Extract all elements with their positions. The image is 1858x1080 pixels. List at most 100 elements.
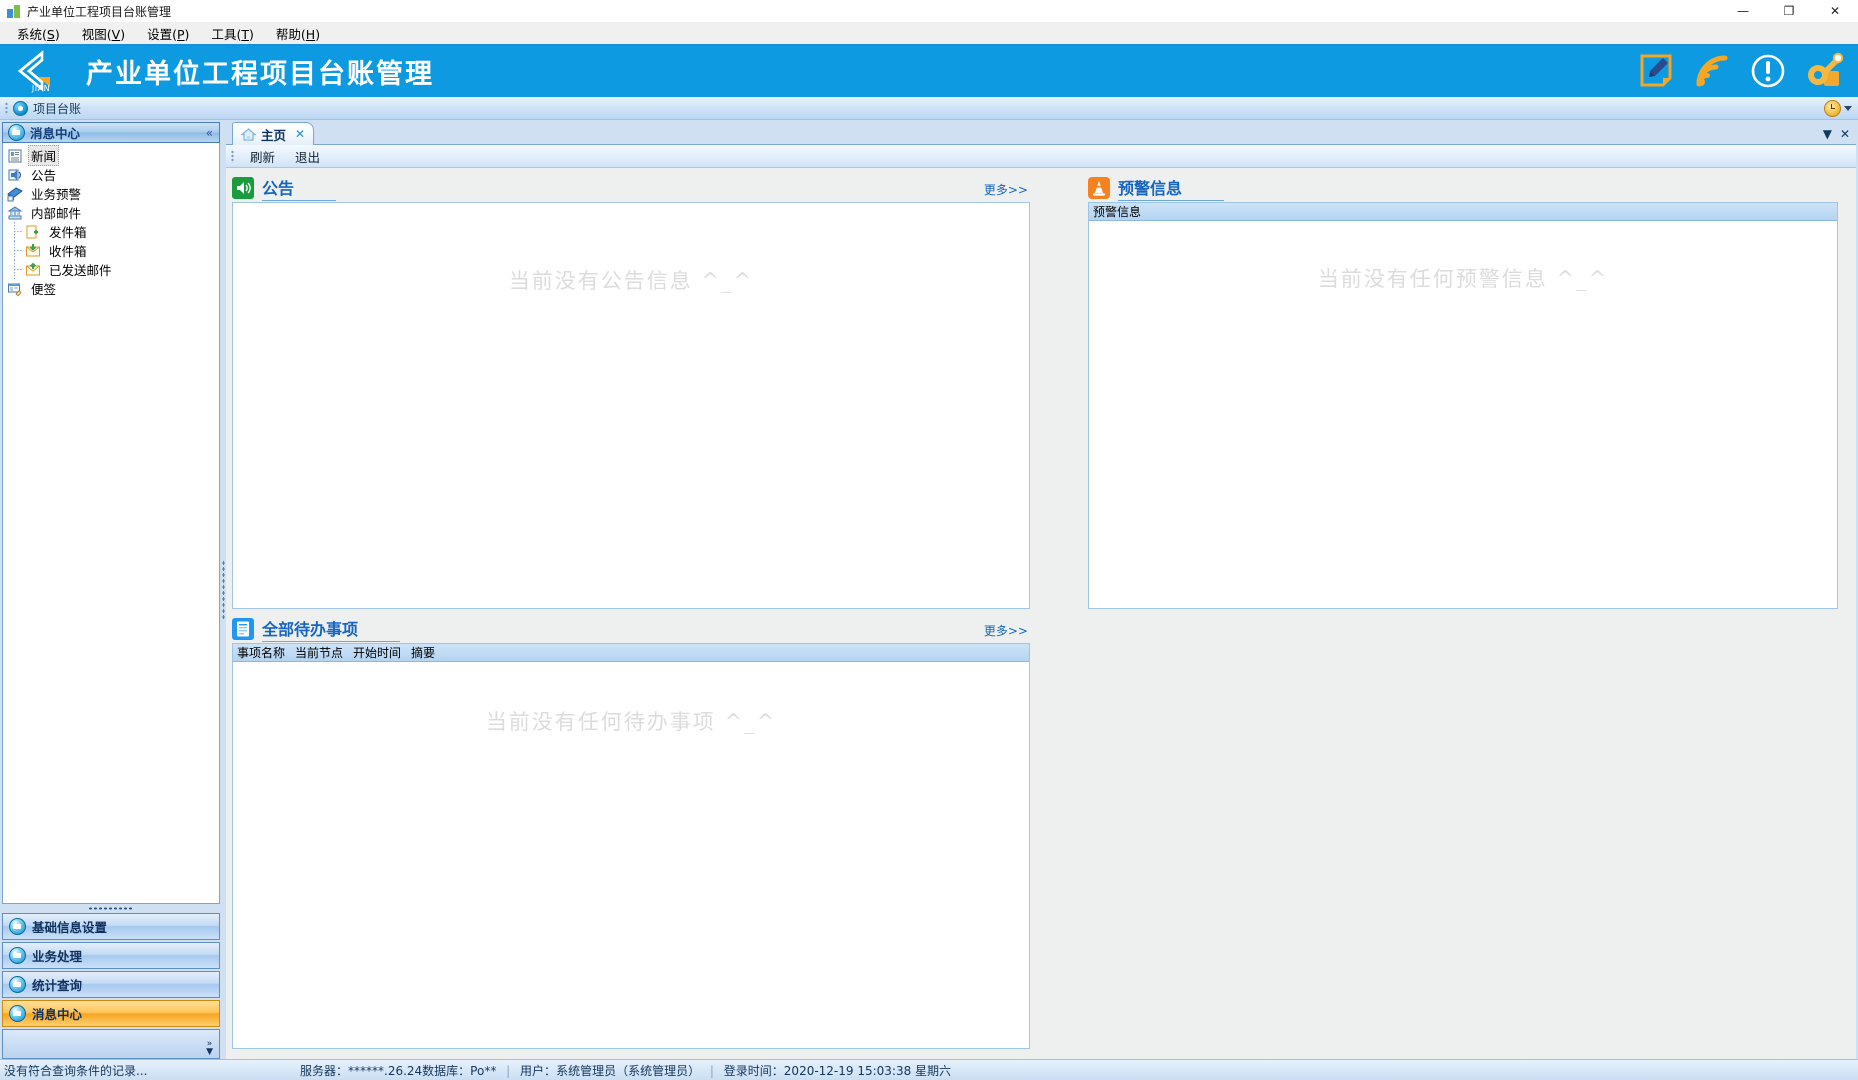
menu-tools-label: 工具 [211, 27, 237, 42]
menu-system-label: 系统 [17, 27, 43, 42]
sidebar-splitter[interactable] [2, 904, 220, 913]
sidebar-item-inbox[interactable]: 收件箱 [3, 241, 219, 260]
announcement-more-link[interactable]: 更多>> [984, 181, 1028, 198]
sidebar-item-outbox-label: 发件箱 [49, 225, 87, 240]
status-details: 服务器：******.26.24数据库：Po** | 用户：系统管理员（系统管理… [300, 1062, 951, 1079]
clock-icon[interactable] [1824, 99, 1841, 117]
breadcrumb-dot-icon [13, 100, 28, 116]
sidebar-item-announcement-label: 公告 [31, 168, 57, 183]
exclamation-circle-icon[interactable] [1748, 51, 1788, 91]
status-server-label: 服务器： [300, 1063, 349, 1078]
menu-view[interactable]: 视图(V) [71, 22, 136, 45]
nav-overflow-label: » ▼ [206, 1039, 213, 1057]
chevron-down-icon[interactable] [1844, 105, 1852, 111]
title-bar: 产业单位工程项目台账管理 — ❐ ✕ [0, 0, 1858, 23]
announcement-card-body: 当前没有公告信息 ^_^ [232, 202, 1030, 609]
sidebar-item-announcement[interactable]: 公告 [3, 165, 219, 184]
sidebar-nav-overflow[interactable]: » ▼ [2, 1029, 220, 1059]
sidebar-item-business-alert[interactable]: 业务预警 [3, 184, 219, 203]
breadcrumb-right-group [1824, 99, 1852, 117]
clipboard-icon [232, 617, 254, 640]
sidebar: 消息中心 « 新闻 公告 业务预警 内部邮件 发件箱 收件箱 已发送邮件 便签 … [0, 120, 220, 1059]
edit-note-icon[interactable] [1636, 51, 1676, 91]
close-button[interactable]: ✕ [1812, 0, 1858, 22]
menu-settings-accel: P [177, 27, 185, 42]
menu-help-label: 帮助 [275, 27, 301, 42]
key-icon[interactable] [1804, 51, 1844, 91]
sidebar-item-inbox-label: 收件箱 [49, 244, 87, 259]
refresh-button[interactable]: 刷新 [241, 146, 284, 167]
nav-button-message-center[interactable]: 消息中心 [2, 1000, 220, 1027]
sidebar-item-internal-mail-label: 内部邮件 [31, 206, 82, 221]
column-header-summary[interactable]: 摘要 [407, 644, 441, 661]
banner-title: 产业单位工程项目台账管理 [86, 59, 434, 90]
body-region: 消息中心 « 新闻 公告 业务预警 内部邮件 发件箱 收件箱 已发送邮件 便签 … [0, 120, 1858, 1059]
message-center-icon [8, 124, 25, 141]
tab-close-all-icon[interactable]: ✕ [1840, 127, 1850, 141]
sidebar-item-news[interactable]: 新闻 [3, 145, 219, 166]
status-server-value: ******.26.24数据库：Po** [348, 1063, 497, 1078]
tab-list-dropdown-icon[interactable]: ▼ [1823, 127, 1832, 141]
exit-button[interactable]: 退出 [286, 146, 329, 167]
dashboard-empty-cell [1040, 615, 1848, 1056]
maximize-button[interactable]: ❐ [1766, 0, 1812, 22]
todo-card: 全部待办事项 更多>> 事项名称 当前节点 开始时间 摘要 当前没有任何待办事项… [232, 615, 1040, 1056]
sidebar-main-splitter[interactable] [220, 120, 226, 1059]
banner-icon-group [1636, 51, 1844, 91]
menu-view-label: 视图 [81, 27, 107, 42]
content-toolbar: 刷新 退出 [226, 145, 1856, 168]
sidebar-item-sent-mail[interactable]: 已发送邮件 [3, 260, 219, 279]
module-icon [9, 947, 26, 964]
menu-view-accel: V [111, 27, 121, 42]
todo-card-body: 事项名称 当前节点 开始时间 摘要 当前没有任何待办事项 ^_^ [232, 642, 1030, 1049]
sent-icon [25, 262, 41, 278]
module-icon [9, 918, 26, 935]
menu-tools-accel: T [241, 27, 249, 42]
status-user-value: 系统管理员（系统管理员） [556, 1063, 701, 1078]
sidebar-item-internal-mail[interactable]: 内部邮件 [3, 203, 219, 222]
announcement-card-title: 公告 [262, 175, 337, 201]
announcement-icon [7, 167, 23, 183]
toolbar-grip[interactable] [230, 149, 235, 163]
tab-home[interactable]: 主页 ✕ [232, 122, 315, 145]
column-header-item-name[interactable]: 事项名称 [233, 644, 291, 661]
tabstrip-controls: ▼ ✕ [1823, 127, 1850, 141]
nav-button-statistics-query-label: 统计查询 [32, 978, 83, 993]
breadcrumb-label[interactable]: 项目台账 [33, 100, 81, 117]
nav-button-basic-info-settings[interactable]: 基础信息设置 [2, 913, 220, 940]
column-header-warning-info[interactable]: 预警信息 [1089, 203, 1147, 220]
menu-tools[interactable]: 工具(T) [200, 22, 264, 45]
module-icon [9, 976, 26, 993]
todo-more-link[interactable]: 更多>> [984, 622, 1028, 639]
announcement-empty-message: 当前没有公告信息 ^_^ [508, 269, 754, 293]
nav-overflow-chevrons: » [206, 1039, 213, 1049]
nav-button-business-processing[interactable]: 业务处理 [2, 942, 220, 969]
menu-system[interactable]: 系统(S) [6, 22, 71, 45]
application-window: 产业单位工程项目台账管理 — ❐ ✕ 系统(S) 视图(V) 设置(P) 工具(… [0, 0, 1858, 1080]
sidebar-item-news-label: 新闻 [28, 145, 60, 166]
todo-grid-header: 事项名称 当前节点 开始时间 摘要 [233, 643, 1029, 662]
nav-button-statistics-query[interactable]: 统计查询 [2, 971, 220, 998]
menu-help[interactable]: 帮助(H) [265, 22, 331, 45]
column-header-start-time[interactable]: 开始时间 [349, 644, 407, 661]
module-icon [9, 1005, 26, 1022]
status-separator: | [709, 1063, 714, 1078]
sidebar-item-outbox[interactable]: 发件箱 [3, 222, 219, 241]
menu-settings[interactable]: 设置(P) [136, 22, 200, 45]
sidebar-panel-header: 消息中心 « [2, 122, 220, 143]
news-icon [7, 148, 23, 164]
rss-signal-icon[interactable] [1692, 51, 1732, 91]
sidebar-nav-buttons: 基础信息设置 业务处理 统计查询 消息中心 » ▼ [2, 913, 220, 1059]
column-header-current-node[interactable]: 当前节点 [291, 644, 349, 661]
status-bar: 没有符合查询条件的记录... 服务器：******.26.24数据库：Po** … [0, 1059, 1858, 1080]
app-icon [7, 4, 20, 18]
minimize-button[interactable]: — [1720, 0, 1766, 22]
sidebar-collapse-button[interactable]: « [206, 126, 213, 140]
tab-home-close-icon[interactable]: ✕ [295, 127, 305, 141]
traffic-cone-icon [1088, 177, 1110, 199]
nav-button-business-processing-label: 业务处理 [32, 949, 83, 964]
company-logo: JIAN [12, 49, 68, 94]
sidebar-item-sticky-note[interactable]: 便签 [3, 279, 219, 298]
breadcrumb-grip[interactable] [4, 101, 9, 115]
sidebar-tree: 新闻 公告 业务预警 内部邮件 发件箱 收件箱 已发送邮件 便签 [2, 143, 220, 904]
